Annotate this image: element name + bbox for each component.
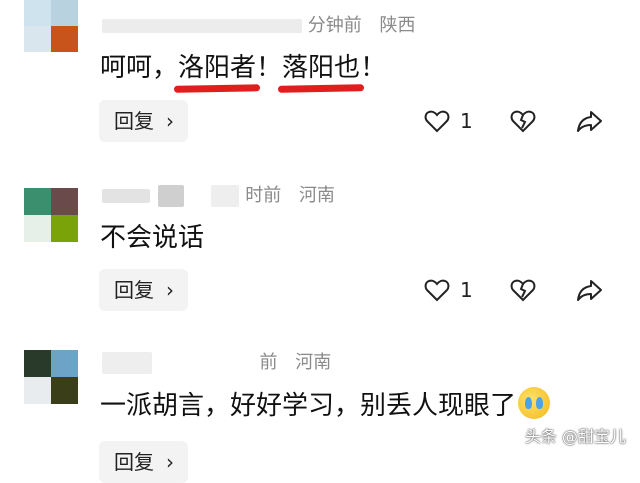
reply-label: 回复 bbox=[114, 450, 154, 474]
red-underline bbox=[173, 84, 261, 93]
chevron-right-icon: › bbox=[166, 109, 174, 133]
share-button[interactable] bbox=[576, 269, 604, 311]
reply-label: 回复 bbox=[114, 109, 154, 133]
heart-icon bbox=[424, 279, 450, 302]
chevron-right-icon: › bbox=[166, 278, 174, 302]
comment-meta: 分钟前 陕西 bbox=[102, 14, 415, 38]
chevron-right-icon: › bbox=[166, 450, 174, 474]
comment-time: 分钟前 bbox=[307, 15, 362, 36]
comment-text: 一派胡言，好好学习，别丢人现眼了 bbox=[100, 387, 551, 424]
comment-text-part: 不会说话 bbox=[100, 223, 205, 253]
blurred-username bbox=[157, 358, 254, 368]
broken-heart-icon bbox=[510, 110, 536, 133]
comment-meta: 时前 河南 bbox=[102, 184, 335, 208]
comment-item: 分钟前 陕西 呵呵，洛阳者 ！落阳也！ 回复 › 1 bbox=[0, 0, 640, 160]
share-button[interactable] bbox=[576, 100, 604, 142]
comment-text: 不会说话 bbox=[100, 220, 204, 256]
comment-region: 河南 bbox=[298, 185, 335, 206]
dislike-button[interactable] bbox=[510, 100, 536, 142]
comment-item: 时前 河南 不会说话 回复 › 1 bbox=[0, 180, 640, 340]
watermark: 头条 @甜宝儿 bbox=[524, 427, 626, 446]
red-underline bbox=[277, 84, 365, 93]
avatar[interactable] bbox=[24, 0, 78, 54]
like-count: 1 bbox=[460, 278, 473, 302]
comment-region: 河南 bbox=[295, 352, 332, 373]
comment-text-part: ！ bbox=[360, 53, 387, 83]
share-arrow-icon bbox=[577, 111, 602, 132]
comment-time: 前 bbox=[259, 352, 278, 373]
crying-face-emoji bbox=[518, 387, 551, 419]
blurred-username bbox=[211, 185, 240, 207]
dislike-button[interactable] bbox=[510, 269, 536, 311]
avatar[interactable] bbox=[24, 188, 78, 242]
share-arrow-icon bbox=[577, 280, 602, 301]
reply-button[interactable]: 回复 › bbox=[99, 100, 188, 142]
like-button[interactable]: 1 bbox=[424, 269, 473, 311]
like-button[interactable]: 1 bbox=[424, 100, 473, 142]
comment-text-part: 一派胡言，好好学习，别丢人现眼了 bbox=[100, 391, 517, 421]
underlined-text: 洛阳者 bbox=[173, 50, 261, 93]
blurred-username bbox=[102, 189, 150, 203]
comment-text: 呵呵，洛阳者 ！落阳也！ bbox=[100, 50, 387, 93]
heart-icon bbox=[424, 110, 450, 133]
comment-time: 时前 bbox=[245, 185, 282, 206]
like-count: 1 bbox=[460, 109, 473, 133]
comment-text-part: 呵呵， bbox=[100, 53, 179, 83]
reply-button[interactable]: 回复 › bbox=[99, 269, 188, 311]
reply-label: 回复 bbox=[114, 278, 154, 302]
blurred-username bbox=[102, 19, 302, 33]
avatar[interactable] bbox=[24, 350, 78, 404]
blurred-username bbox=[157, 185, 184, 207]
comment-region: 陕西 bbox=[379, 15, 416, 36]
broken-heart-icon bbox=[510, 279, 536, 302]
blurred-username bbox=[102, 352, 152, 374]
comment-meta: 前 河南 bbox=[102, 351, 331, 375]
comment-text-part: ！ bbox=[256, 53, 283, 83]
comment-actions: 1 bbox=[420, 269, 620, 311]
comment-actions: 1 bbox=[420, 100, 620, 142]
reply-button[interactable]: 回复 › bbox=[99, 441, 188, 483]
underlined-text: 落阳也 bbox=[277, 50, 365, 93]
